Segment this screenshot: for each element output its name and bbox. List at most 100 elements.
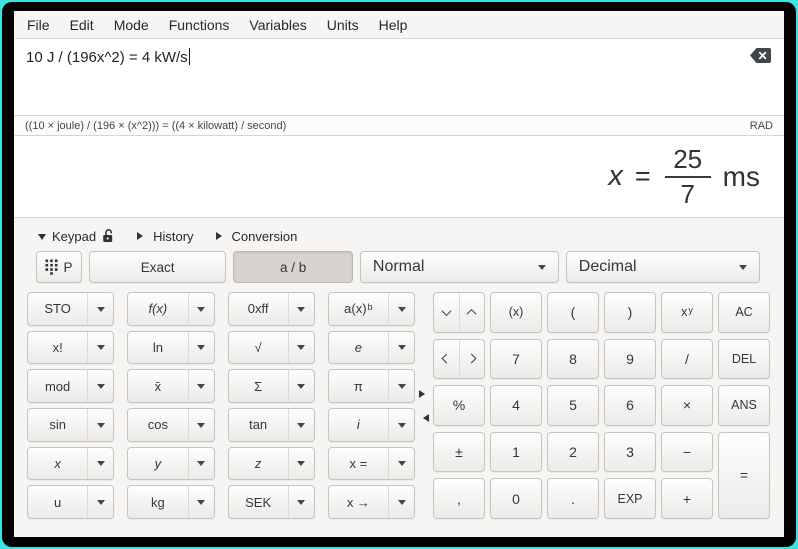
key-pi[interactable]: π [328, 369, 415, 403]
dropdown-arrow[interactable] [188, 486, 214, 518]
key-1[interactable]: 1 [490, 432, 542, 473]
menu-item-file[interactable]: File [17, 13, 60, 37]
key-exp[interactable]: EXP [604, 478, 656, 519]
key-mean[interactable]: x̄ [127, 369, 214, 403]
key-equals[interactable]: = [718, 432, 770, 519]
key-x-to[interactable]: x → [328, 485, 415, 519]
menu-item-help[interactable]: Help [369, 13, 418, 37]
menu-item-functions[interactable]: Functions [159, 13, 240, 37]
keypad-page-button[interactable]: P [36, 251, 82, 283]
key-sin[interactable]: sin [27, 408, 114, 442]
cursor-right-button[interactable] [459, 340, 485, 379]
dropdown-arrow[interactable] [87, 293, 113, 325]
key-factorial[interactable]: x! [27, 331, 114, 365]
key-z[interactable]: z [228, 447, 315, 481]
scroll-down-button[interactable] [434, 293, 459, 332]
key-a-x-power-b[interactable]: a(x)b [328, 292, 415, 326]
open-lock-icon[interactable] [102, 229, 115, 243]
key-x-equals[interactable]: x = [328, 447, 415, 481]
key-0[interactable]: 0 [490, 478, 542, 519]
expression-text[interactable]: 10 J / (196x^2) = 4 kW/s [26, 48, 190, 66]
key-8[interactable]: 8 [547, 339, 599, 380]
dropdown-arrow[interactable] [288, 332, 314, 364]
key-ac[interactable]: AC [718, 292, 770, 333]
key-sqrt[interactable]: √ [228, 331, 315, 365]
key-plus[interactable]: + [661, 478, 713, 519]
key-7[interactable]: 7 [490, 339, 542, 380]
key-sek[interactable]: SEK [228, 485, 315, 519]
key-percent[interactable]: % [433, 385, 485, 426]
history-expander[interactable]: History [135, 229, 193, 244]
key-i[interactable]: i [328, 408, 415, 442]
dropdown-arrow[interactable] [388, 332, 414, 364]
dropdown-arrow[interactable] [288, 370, 314, 402]
dropdown-arrow[interactable] [288, 409, 314, 441]
dropdown-arrow[interactable] [288, 448, 314, 480]
dropdown-arrow[interactable] [288, 486, 314, 518]
dropdown-arrow[interactable] [388, 370, 414, 402]
key-tan[interactable]: tan [228, 408, 315, 442]
key-scroll-buttons[interactable] [433, 292, 485, 333]
dropdown-arrow[interactable] [388, 293, 414, 325]
key-5[interactable]: 5 [547, 385, 599, 426]
expression-input[interactable]: 10 J / (196x^2) = 4 kW/s [14, 39, 784, 115]
key-minus[interactable]: − [661, 432, 713, 473]
menu-item-mode[interactable]: Mode [104, 13, 159, 37]
key-0xff[interactable]: 0xff [228, 292, 315, 326]
page-next-arrow[interactable] [419, 390, 429, 398]
key-divide[interactable]: / [661, 339, 713, 380]
dropdown-arrow[interactable] [388, 409, 414, 441]
key-f-x[interactable]: f(x) [127, 292, 214, 326]
key-x-power-y[interactable]: xy [661, 292, 713, 333]
dropdown-arrow[interactable] [188, 409, 214, 441]
exact-toggle[interactable]: Exact [89, 251, 226, 283]
key-ans[interactable]: ANS [718, 385, 770, 426]
scroll-up-button[interactable] [459, 293, 485, 332]
key-cursor-buttons[interactable] [433, 339, 485, 380]
key-sum[interactable]: Σ [228, 369, 315, 403]
key-ln[interactable]: ln [127, 331, 214, 365]
key-cos[interactable]: cos [127, 408, 214, 442]
key-sto[interactable]: STO [27, 292, 114, 326]
dropdown-arrow[interactable] [288, 293, 314, 325]
dropdown-arrow[interactable] [188, 448, 214, 480]
dropdown-arrow[interactable] [188, 332, 214, 364]
dropdown-arrow[interactable] [388, 486, 414, 518]
key-6[interactable]: 6 [604, 385, 656, 426]
key-x[interactable]: x [27, 447, 114, 481]
fraction-toggle[interactable]: a / b [233, 251, 353, 283]
key-del[interactable]: DEL [718, 339, 770, 380]
display-mode-dropdown[interactable]: Normal [360, 251, 559, 283]
menu-item-units[interactable]: Units [317, 13, 369, 37]
cursor-left-button[interactable] [434, 340, 459, 379]
key-kg[interactable]: kg [127, 485, 214, 519]
key-multiply[interactable]: × [661, 385, 713, 426]
key-comma[interactable]: , [433, 478, 485, 519]
dropdown-arrow[interactable] [388, 448, 414, 480]
key-close-paren[interactable]: ) [604, 292, 656, 333]
dropdown-arrow[interactable] [87, 332, 113, 364]
conversion-expander[interactable]: Conversion [214, 229, 298, 244]
dropdown-arrow[interactable] [87, 409, 113, 441]
key-3[interactable]: 3 [604, 432, 656, 473]
key-decimal-point[interactable]: . [547, 478, 599, 519]
key-y[interactable]: y [127, 447, 214, 481]
key-smart-parentheses[interactable]: (x) [490, 292, 542, 333]
page-prev-arrow[interactable] [419, 414, 429, 422]
dropdown-arrow[interactable] [87, 370, 113, 402]
key-9[interactable]: 9 [604, 339, 656, 380]
key-open-paren[interactable]: ( [547, 292, 599, 333]
dropdown-arrow[interactable] [188, 293, 214, 325]
key-plus-minus[interactable]: ± [433, 432, 485, 473]
dropdown-arrow[interactable] [87, 486, 113, 518]
keypad-expander[interactable]: Keypad [38, 228, 115, 244]
key-2[interactable]: 2 [547, 432, 599, 473]
number-base-dropdown[interactable]: Decimal [566, 251, 760, 283]
menu-item-edit[interactable]: Edit [60, 13, 104, 37]
key-4[interactable]: 4 [490, 385, 542, 426]
key-e[interactable]: e [328, 331, 415, 365]
clear-input-button[interactable] [749, 47, 771, 63]
dropdown-arrow[interactable] [87, 448, 113, 480]
dropdown-arrow[interactable] [188, 370, 214, 402]
menu-item-variables[interactable]: Variables [239, 13, 316, 37]
